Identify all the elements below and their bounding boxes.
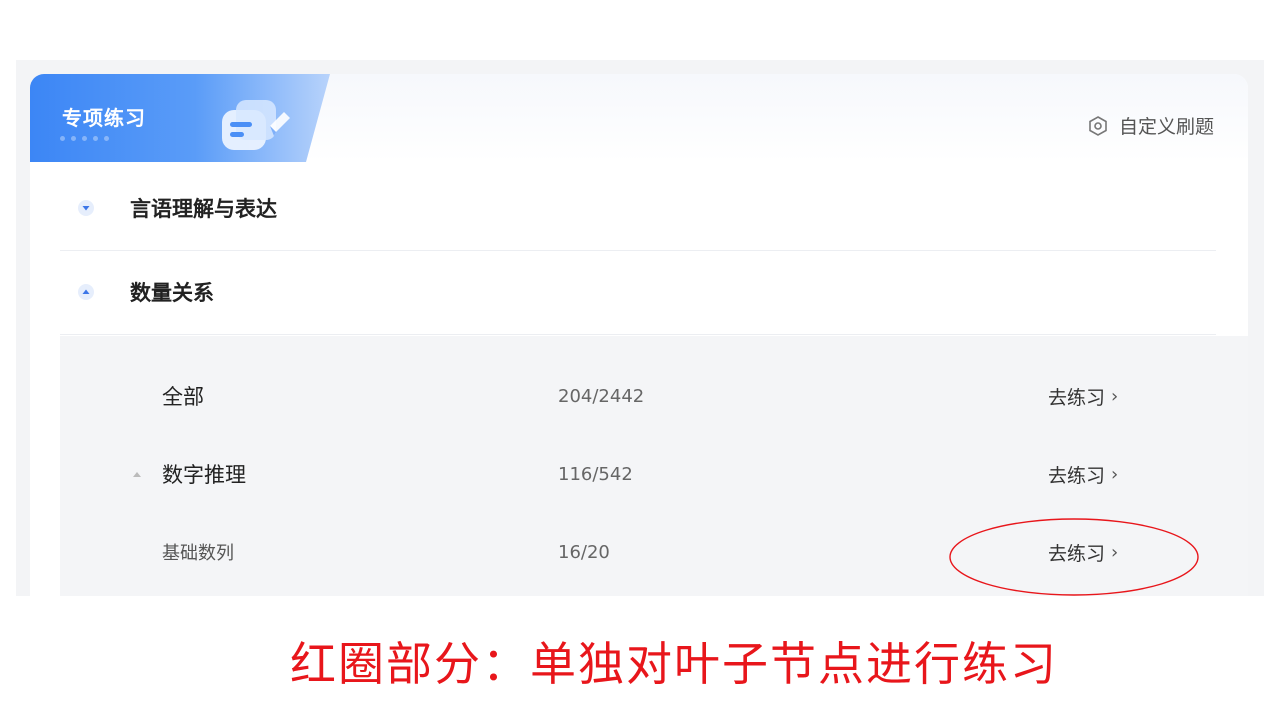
- subcategory-name: 数字推理: [162, 463, 246, 487]
- chevron-right-icon: ›: [1111, 463, 1119, 485]
- triangle-down-icon: [78, 200, 94, 216]
- decorative-dots: [60, 136, 109, 141]
- panel-title: 专项练习: [62, 106, 146, 130]
- category-label: 言语理解与表达: [130, 197, 277, 221]
- progress-count: 116/542: [558, 463, 633, 485]
- panel-title-tab: 专项练习: [30, 74, 330, 162]
- panel-header: 专项练习 自定义刷题: [30, 74, 1248, 162]
- category-row-quantitative[interactable]: 数量关系: [60, 250, 1216, 335]
- caret-up-icon: [133, 472, 141, 477]
- practice-label: 去练习: [1048, 386, 1106, 409]
- chevron-right-icon: ›: [1111, 541, 1119, 563]
- practice-label: 去练习: [1048, 542, 1106, 565]
- category-label: 数量关系: [130, 281, 214, 305]
- custom-practice-button[interactable]: 自定义刷题: [1087, 112, 1214, 139]
- practice-button[interactable]: 去练习 ›: [1048, 383, 1118, 410]
- category-row-verbal[interactable]: 言语理解与表达: [60, 166, 1216, 251]
- progress-count: 16/20: [558, 541, 610, 563]
- annotation-caption: 红圈部分：单独对叶子节点进行练习: [290, 637, 1058, 691]
- practice-label: 去练习: [1048, 464, 1106, 487]
- triangle-up-icon: [78, 284, 94, 300]
- practice-panel: 专项练习 自定义刷题 言语理解与表达 数量关系 全部 204/2442 去练习 …: [30, 74, 1248, 596]
- chevron-right-icon: ›: [1111, 385, 1119, 407]
- notebook-pen-icon: [222, 100, 290, 150]
- progress-count: 204/2442: [558, 385, 645, 407]
- hexagon-settings-icon: [1089, 115, 1107, 136]
- practice-button[interactable]: 去练习 ›: [1048, 461, 1118, 488]
- subcategory-list: 全部 204/2442 去练习 › 数字推理 116/542 去练习 › 基础数…: [60, 336, 1248, 596]
- subcategory-row-number-series[interactable]: 数字推理 116/542 去练习 ›: [60, 444, 1248, 504]
- practice-button[interactable]: 去练习 ›: [1048, 539, 1118, 566]
- leaf-name: 基础数列: [162, 543, 234, 564]
- leaf-row-basic-series: 基础数列 16/20 去练习 ›: [60, 522, 1248, 582]
- subcategory-row-all: 全部 204/2442 去练习 ›: [60, 366, 1248, 426]
- custom-practice-label: 自定义刷题: [1118, 116, 1214, 138]
- subcategory-name: 全部: [162, 385, 204, 409]
